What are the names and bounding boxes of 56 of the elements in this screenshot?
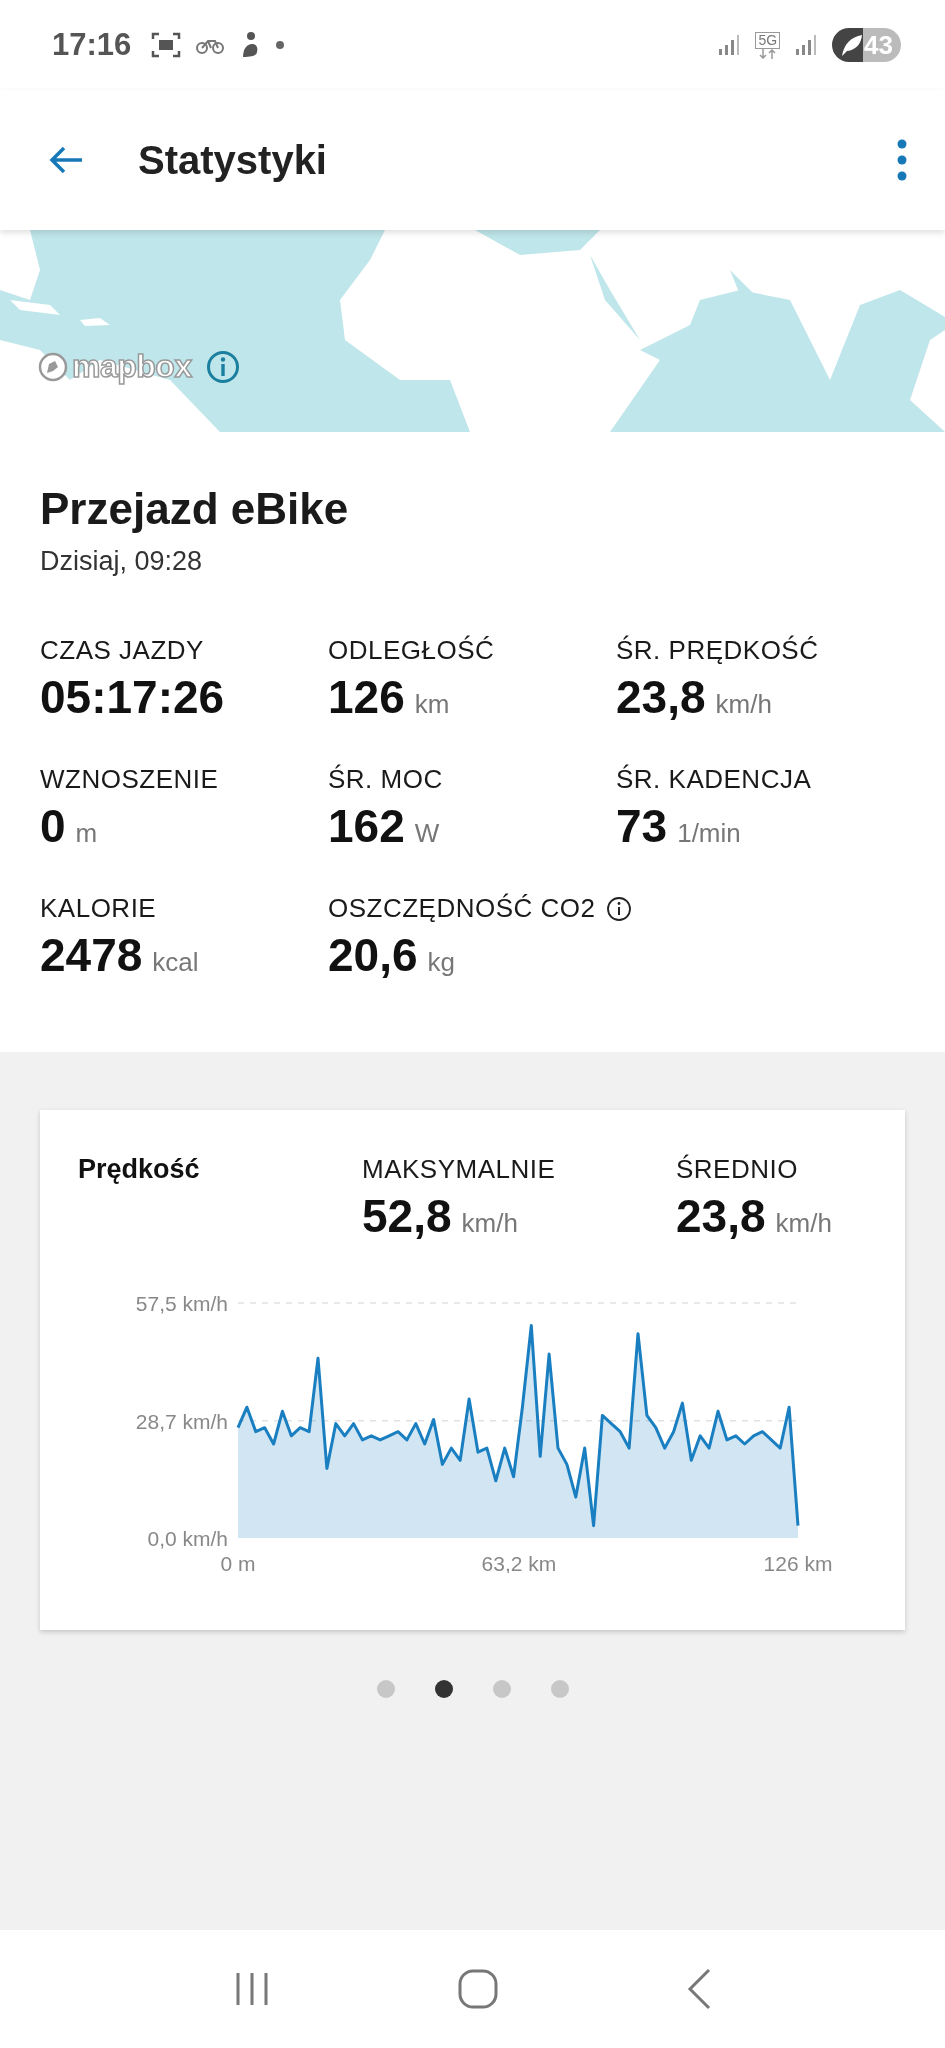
summary-label: MAKSYMALNIE — [362, 1154, 557, 1185]
battery-indicator: 43 — [832, 28, 901, 62]
stat-label: CZAS JAZDY — [40, 635, 204, 666]
page-indicator-dot[interactable] — [376, 1680, 395, 1698]
stat-label: ŚR. MOC — [328, 764, 443, 795]
stat-value: 73 — [616, 799, 668, 853]
y-axis-label: 28,7 km/h — [135, 1409, 228, 1433]
x-axis-label: 63,2 km — [481, 1552, 557, 1573]
summary-value: 52,8 — [362, 1189, 452, 1243]
stat-label: ODLEGŁOŚĆ — [328, 635, 495, 666]
x-axis-label: 126 km — [763, 1552, 833, 1573]
stat-unit: kcal — [152, 947, 199, 978]
stat-unit: km/h — [715, 689, 772, 720]
y-axis-label: 57,5 km/h — [135, 1292, 228, 1315]
chart-title: Prędkość — [78, 1154, 201, 1186]
stat-value: 0 — [40, 799, 66, 853]
page-indicator-dot[interactable] — [492, 1680, 511, 1698]
summary-unit: km/h — [775, 1208, 832, 1239]
ride-title: Przejazd eBike — [40, 484, 350, 534]
page-indicator-dot[interactable] — [434, 1680, 453, 1698]
stat-unit: 1/min — [677, 818, 741, 849]
summary-label: ŚREDNIO — [676, 1154, 799, 1185]
signal-icon — [717, 33, 742, 57]
stat-value: 23,8 — [616, 670, 706, 724]
stat-value: 05:17:26 — [40, 670, 225, 724]
stat-label: KALORIE — [40, 893, 157, 924]
notification-dot-icon — [275, 40, 286, 50]
stat-value: 126 — [328, 670, 405, 724]
stat-unit: W — [414, 818, 440, 849]
stat-value: 20,6 — [328, 928, 418, 982]
signal-icon — [794, 33, 819, 57]
pin-icon — [38, 351, 68, 382]
more-options-icon — [897, 138, 907, 182]
stat-unit: km — [414, 689, 450, 720]
ride-date: Dzisiaj, 09:28 — [40, 546, 204, 577]
x-axis-label: 0 m — [220, 1552, 256, 1573]
back-arrow-icon — [48, 145, 84, 175]
summary-unit: km/h — [461, 1208, 518, 1239]
summary-value: 23,8 — [676, 1189, 766, 1243]
home-icon — [456, 1967, 501, 2011]
stat-value: 162 — [328, 799, 405, 853]
screen-title: Statystyki — [138, 137, 328, 183]
stat-label: OSZCZĘDNOŚĆ CO2 — [328, 893, 596, 924]
info-icon[interactable] — [605, 895, 632, 922]
stat-unit: kg — [427, 947, 455, 978]
page-indicator-dot[interactable] — [550, 1680, 569, 1698]
stat-label: ŚR. PRĘDKOŚĆ — [616, 635, 819, 666]
clock-time: 17:16 — [52, 27, 132, 63]
data-arrows-icon — [757, 48, 778, 59]
stat-unit: m — [75, 818, 98, 849]
network-label: 5G — [755, 31, 781, 49]
stat-label: WZNOSZENIE — [40, 764, 219, 795]
y-axis-label: 0,0 km/h — [147, 1527, 228, 1550]
stat-label: ŚR. KADENCJA — [616, 764, 812, 795]
screenshot-icon — [151, 31, 182, 59]
stat-value: 2478 — [40, 928, 143, 982]
